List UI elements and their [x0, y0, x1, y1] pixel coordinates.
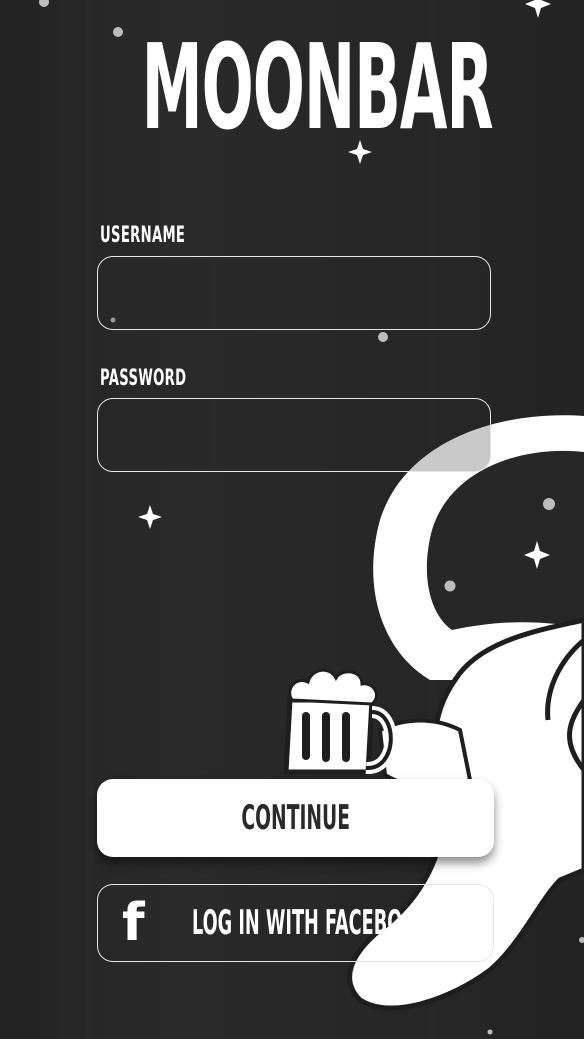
login-screen: MOONBAR USERNAME PASSWORD CONTINUE f LOG…	[0, 0, 584, 1039]
beer-mug-icon	[283, 668, 397, 775]
password-label: PASSWORD	[100, 366, 187, 391]
username-field-container	[97, 256, 491, 330]
username-input[interactable]	[98, 257, 490, 329]
app-logo: MOONBAR	[141, 18, 494, 156]
continue-button[interactable]: CONTINUE	[97, 779, 494, 857]
continue-button-label: CONTINUE	[241, 798, 350, 838]
facebook-f-icon: f	[122, 893, 145, 953]
password-input[interactable]	[98, 399, 490, 471]
password-field-container	[97, 398, 491, 472]
facebook-login-label: LOG IN WITH FACEBOOK	[192, 903, 431, 943]
username-label: USERNAME	[100, 223, 186, 248]
facebook-login-button[interactable]: f LOG IN WITH FACEBOOK	[97, 884, 494, 962]
